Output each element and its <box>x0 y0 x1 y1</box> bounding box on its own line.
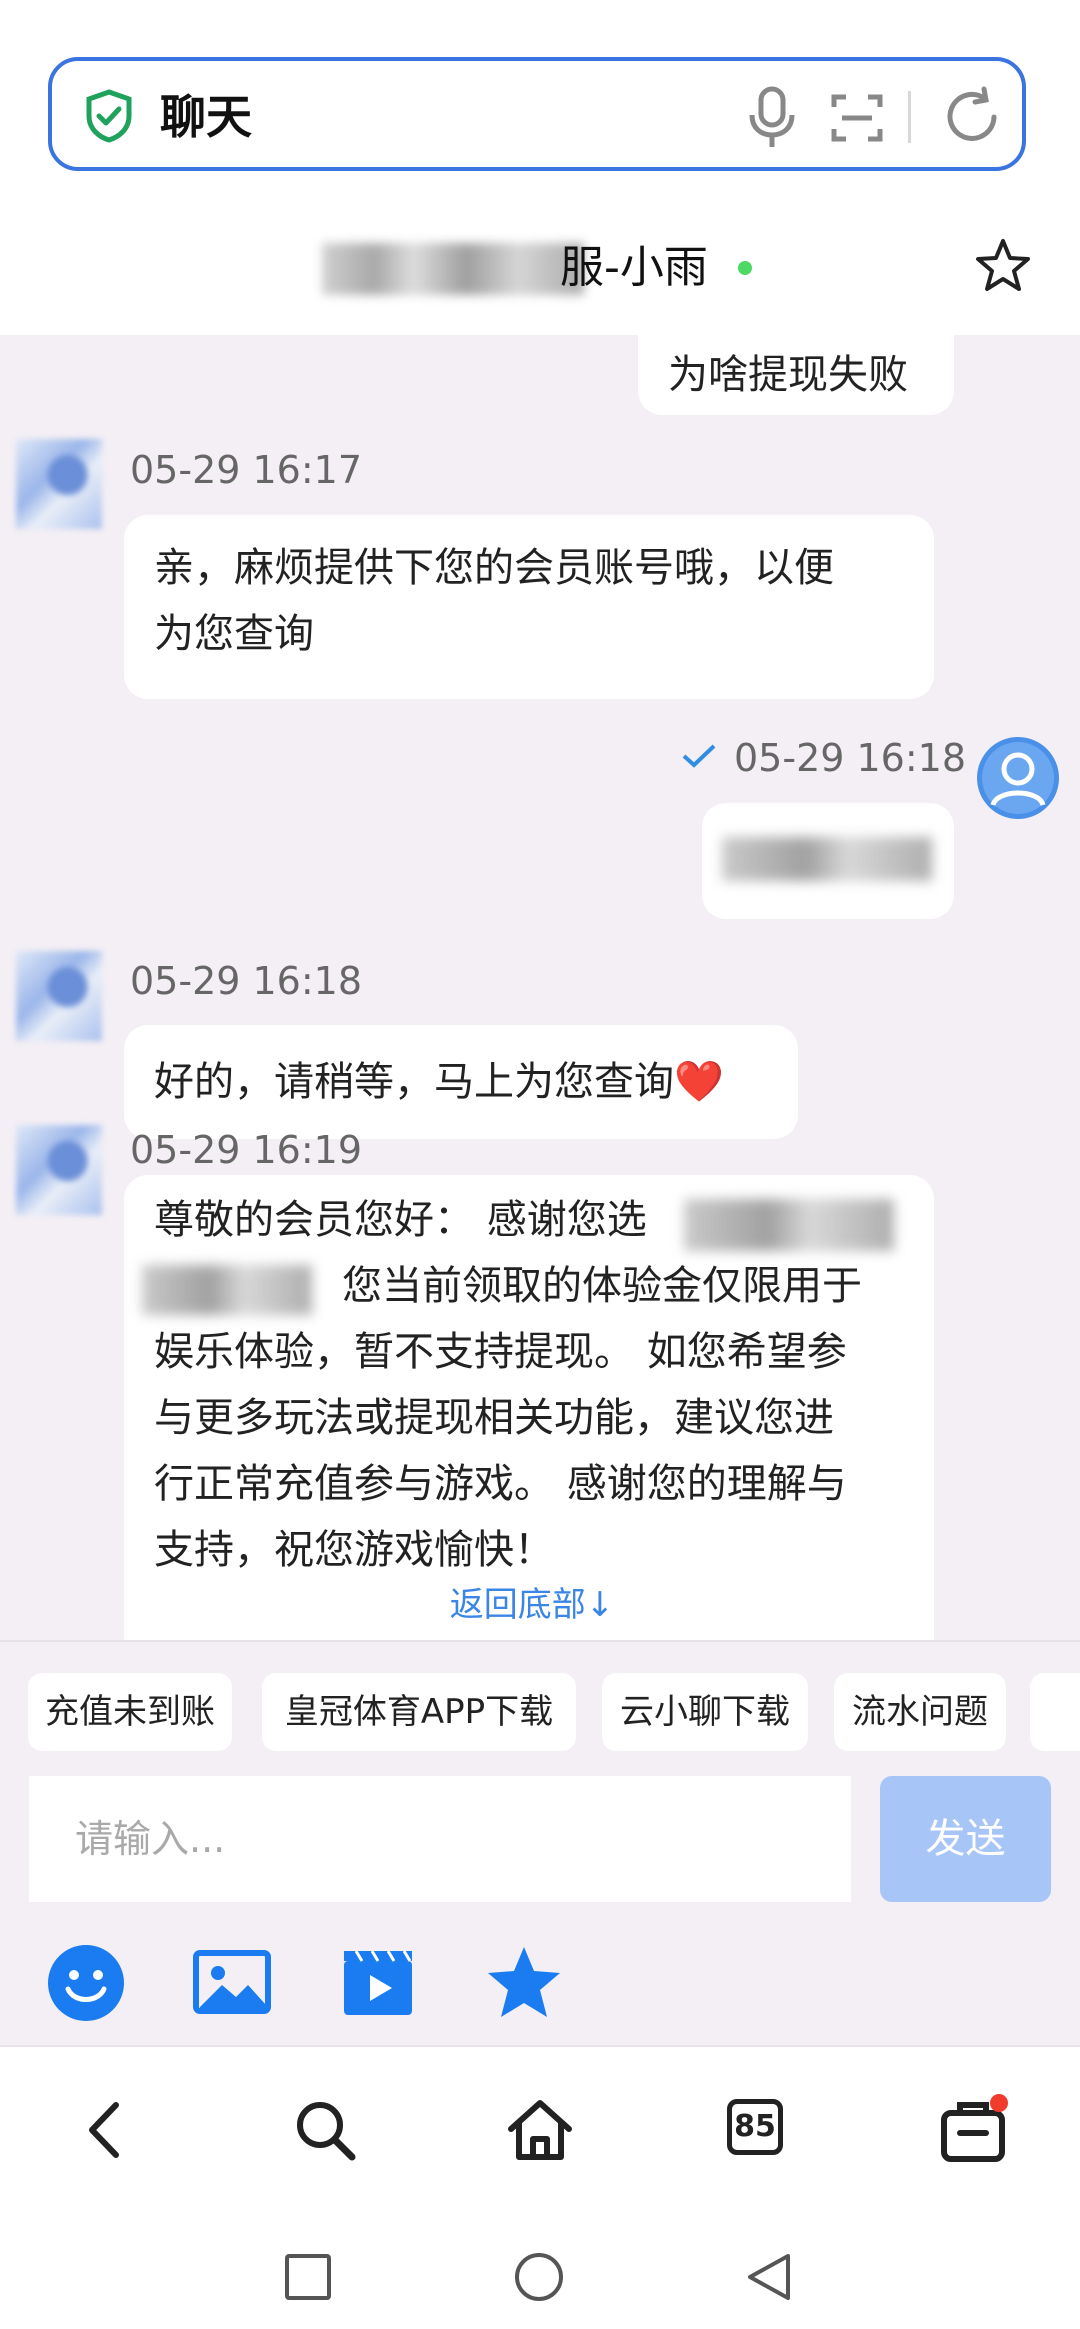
chat-title: 服-小雨 <box>560 242 708 293</box>
agent-avatar <box>16 1125 102 1215</box>
blurred-service-name <box>322 243 584 295</box>
chat-page: 聊天 服-小雨 为啥提现失败 05-29 16:17 亲，麻烦提供下您的会员账号… <box>0 0 1080 2329</box>
message-text: 为啥提现失败 <box>668 352 908 398</box>
image-icon[interactable] <box>192 1943 272 2023</box>
agent-avatar <box>16 439 102 529</box>
back-to-bottom-button[interactable]: 返回底部↓ <box>432 1575 632 1635</box>
microphone-icon[interactable] <box>742 85 802 149</box>
home-circle-icon[interactable] <box>514 2252 564 2302</box>
message-bubble-outgoing: 为啥提现失败 <box>638 335 954 415</box>
message-text-line: 娱乐体验，暂不支持提现。 如您希望参 <box>154 1329 847 1375</box>
blurred-platform-name <box>142 1265 312 1315</box>
favorite-star-outline-icon[interactable] <box>973 236 1033 296</box>
message-bubble-incoming: 亲，麻烦提供下您的会员账号哦，以便 为您查询 <box>124 515 934 699</box>
message-bubble-outgoing <box>702 803 954 919</box>
recent-apps-icon[interactable] <box>283 2252 333 2302</box>
message-time: 05-29 16:18 <box>734 736 967 780</box>
message-text-line: 亲，麻烦提供下您的会员账号哦，以便 <box>154 545 834 591</box>
message-time: 05-29 16:18 <box>130 959 363 1003</box>
refresh-icon[interactable] <box>940 85 1004 149</box>
message-text: 好的，请稍等，马上为您查询❤️ <box>154 1059 724 1105</box>
blurred-platform-name <box>684 1199 894 1251</box>
back-triangle-icon[interactable] <box>744 2252 794 2302</box>
scan-icon[interactable] <box>830 91 884 145</box>
message-time: 05-29 16:17 <box>130 448 363 492</box>
notification-dot <box>990 2094 1008 2112</box>
message-text-line: 支持，祝您游戏愉快！ <box>154 1527 554 1573</box>
chat-messages[interactable]: 为啥提现失败 05-29 16:17 亲，麻烦提供下您的会员账号哦，以便 为您查… <box>0 335 1080 1640</box>
message-time: 05-29 16:19 <box>130 1128 363 1172</box>
system-nav-bar <box>0 2212 1080 2329</box>
message-text-line: 为您查询 <box>154 611 314 657</box>
agent-avatar <box>16 951 102 1041</box>
search-icon[interactable] <box>290 2095 360 2165</box>
message-text-line: 与更多玩法或提现相关功能，建议您进 <box>154 1395 834 1441</box>
check-icon <box>682 744 716 768</box>
favorite-star-icon[interactable] <box>484 1943 564 2023</box>
message-bubble-incoming: 好的，请稍等，马上为您查询❤️ <box>124 1025 798 1139</box>
back-icon[interactable] <box>72 2095 142 2165</box>
send-button[interactable]: 发送 <box>880 1776 1051 1902</box>
quick-replies-bar[interactable]: 充值未到账 皇冠体育APP下载 云小聊下载 流水问题 <box>0 1640 1080 1772</box>
blurred-account-number <box>722 837 932 881</box>
emoji-icon[interactable] <box>46 1943 126 2023</box>
tabs-count-button[interactable]: 85 <box>727 2099 783 2155</box>
address-bar[interactable]: 聊天 <box>48 57 1026 171</box>
browser-bottom-nav: 85 <box>0 2047 1080 2212</box>
message-input[interactable] <box>29 1776 851 1902</box>
quick-reply-chip-partial[interactable] <box>1030 1673 1080 1751</box>
status-bar <box>0 0 1080 30</box>
chat-header: 服-小雨 <box>0 200 1080 335</box>
user-avatar-icon <box>977 737 1059 819</box>
address-text[interactable]: 聊天 <box>160 87 252 147</box>
quick-reply-chip[interactable]: 流水问题 <box>834 1673 1006 1751</box>
message-bubble-incoming: 尊敬的会员您好： 感谢您选 您当前领取的体验金仅限用于 娱乐体验，暂不支持提现。… <box>124 1175 934 1640</box>
video-icon[interactable] <box>338 1943 418 2023</box>
quick-reply-chip[interactable]: 充值未到账 <box>28 1673 232 1751</box>
home-icon[interactable] <box>505 2095 575 2165</box>
message-text-line: 行正常充值参与游戏。 感谢您的理解与 <box>154 1461 847 1507</box>
shield-check-icon <box>86 89 132 143</box>
address-bar-divider <box>908 91 911 143</box>
quick-reply-chip[interactable]: 云小聊下载 <box>602 1673 808 1751</box>
online-status-dot <box>738 261 752 275</box>
chat-tools <box>0 1905 1080 2047</box>
message-input-row: 发送 <box>0 1770 1080 1905</box>
quick-reply-chip[interactable]: 皇冠体育APP下载 <box>262 1673 576 1751</box>
